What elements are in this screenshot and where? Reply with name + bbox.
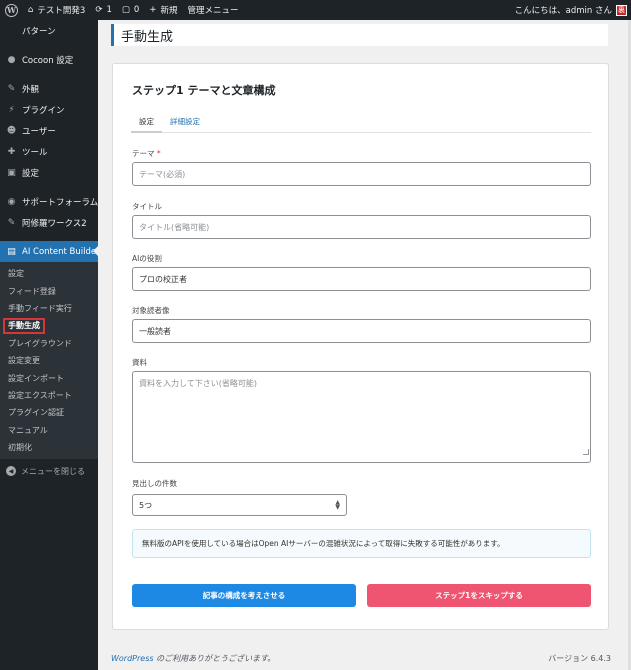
updates-menu[interactable]: ⟳ 1: [90, 0, 117, 20]
headings-count-label: 見出しの件数: [132, 479, 177, 488]
collapse-menu-button[interactable]: ◀ メニューを閉じる: [0, 459, 98, 483]
settings-icon: ▣: [7, 167, 16, 178]
menu-item-ai-content-builder[interactable]: ▤ AI Content Builder: [0, 241, 100, 262]
admin-menu-label: 管理メニュー: [187, 6, 239, 16]
wordpress-icon: W: [5, 3, 18, 17]
menu-item-cocoon[interactable]: ● Cocoon 設定: [0, 49, 98, 70]
my-account-menu[interactable]: こんにちは、admin さん 裏: [515, 4, 631, 16]
menu-item-users[interactable]: ☻ ユーザー: [0, 120, 98, 141]
api-notice: 無料版のAPIを使用している場合はOpen AIサーバーの混雑状況によって取得に…: [132, 529, 591, 558]
material-textarea[interactable]: [132, 371, 591, 463]
card-title: ステップ1 テーマと文章構成: [132, 84, 276, 97]
menu-item-patterns[interactable]: パターン: [0, 20, 98, 41]
admin-menu-link[interactable]: 管理メニュー: [182, 0, 243, 20]
wp-logo-menu[interactable]: W: [0, 0, 23, 20]
menu-label: 設定: [22, 168, 40, 179]
plugins-icon: ⚡: [8, 104, 15, 115]
submenu-item-reset[interactable]: 初期化: [0, 439, 98, 456]
comments-menu[interactable]: ▢ 0: [117, 0, 144, 20]
menu-label: パターン: [22, 26, 56, 37]
theme-input[interactable]: テーマ(必須): [132, 162, 591, 186]
menu-item-asura-works[interactable]: ✎ 阿修羅ワークス2: [0, 212, 98, 233]
menu-label: 阿修羅ワークス2: [22, 218, 87, 229]
ai-role-input[interactable]: プロの校正者: [132, 267, 591, 291]
select-arrows-icon: ▲ ▼: [335, 499, 340, 511]
new-content-menu[interactable]: + 新規: [144, 0, 182, 20]
required-mark: *: [156, 149, 161, 158]
submenu-item-settings[interactable]: 設定: [0, 265, 98, 282]
theme-label: テーマ *: [132, 149, 161, 158]
submenu-item-settings-import[interactable]: 設定インポート: [0, 369, 98, 386]
submenu-item-feed-register[interactable]: フィード登録: [0, 282, 98, 299]
submenu-item-manual-generate[interactable]: 手動生成: [0, 317, 98, 334]
admin-sidebar: パターン ● Cocoon 設定 ✎ 外観 ⚡ プラグイン ☻ ユーザー ✚ ツ…: [0, 20, 104, 670]
footer-version: バージョン 6.4.3: [548, 654, 611, 663]
menu-item-settings[interactable]: ▣ 設定: [0, 162, 98, 183]
tools-icon: ✚: [7, 146, 16, 157]
submenu-item-settings-export[interactable]: 設定エクスポート: [0, 387, 98, 404]
admin-bar: W ⌂ テスト開発3 ⟳ 1 ▢ 0 + 新規 管理メニュー こんにちは、adm…: [0, 0, 631, 20]
audience-label: 対象読者像: [132, 306, 170, 315]
menu-label: プラグイン: [22, 105, 65, 116]
plus-icon: +: [149, 5, 157, 15]
new-label: 新規: [160, 6, 178, 16]
menu-label: Cocoon 設定: [22, 55, 74, 66]
avatar: 裏: [616, 4, 627, 16]
pattern-icon: [6, 25, 17, 36]
site-name-menu[interactable]: ⌂ テスト開発3: [23, 0, 90, 20]
skip-step1-button[interactable]: ステップ1をスキップする: [367, 584, 591, 607]
appearance-icon: ✎: [7, 83, 16, 94]
site-name: テスト開発3: [37, 6, 86, 16]
submenu-item-manual-feed-run[interactable]: 手動フィード実行: [0, 300, 98, 317]
updates-count: 1: [106, 5, 112, 15]
tab-bar: 設定 詳細設定: [131, 109, 591, 133]
menu-label: ツール: [22, 147, 48, 158]
step1-card: ステップ1 テーマと文章構成 設定 詳細設定 テーマ * テーマ(必須) タイト…: [112, 63, 609, 630]
generate-outline-button[interactable]: 記事の構成を考えさせる: [132, 584, 356, 607]
menu-label: ユーザー: [22, 126, 56, 137]
users-icon: ☻: [6, 125, 17, 136]
tab-settings[interactable]: 設定: [131, 109, 162, 133]
title-label: タイトル: [132, 202, 162, 211]
footer-thanks: WordPress のご利用ありがとうございます。: [111, 653, 275, 664]
menu-item-tools[interactable]: ✚ ツール: [0, 141, 98, 162]
thanks-text: のご利用ありがとうございます。: [153, 654, 276, 663]
menu-item-support-forum[interactable]: ◉ サポートフォーラム2: [0, 191, 104, 212]
comments-count: 0: [133, 5, 140, 15]
menu-label: AI Content Builder: [22, 246, 100, 257]
submenu-item-playground[interactable]: プレイグラウンド: [0, 335, 98, 352]
submenu: 設定 フィード登録 手動フィード実行 手動生成 プレイグラウンド 設定変更 設定…: [0, 262, 98, 460]
page-title: 手動生成: [111, 24, 608, 46]
menu-item-plugins[interactable]: ⚡ プラグイン: [0, 99, 98, 120]
submenu-item-plugin-auth[interactable]: プラグイン認証: [0, 404, 98, 421]
collapse-label: メニューを閉じる: [21, 466, 85, 476]
title-input[interactable]: タイトル(省略可能): [132, 215, 591, 239]
material-label: 資料: [132, 358, 147, 367]
works-icon: ✎: [7, 217, 16, 228]
menu-label: 外観: [22, 84, 40, 95]
cocoon-icon: ●: [7, 54, 16, 65]
headings-count-select[interactable]: 5つ ▲ ▼: [132, 494, 347, 516]
select-value: 5つ: [139, 500, 153, 510]
wordpress-link[interactable]: WordPress: [111, 654, 154, 663]
submenu-item-manual[interactable]: マニュアル: [0, 422, 98, 439]
comment-icon: ▢: [121, 5, 130, 15]
audience-input[interactable]: 一般読者: [132, 319, 591, 343]
menu-label: サポートフォーラム2: [22, 197, 104, 208]
ai-builder-icon: ▤: [7, 246, 16, 257]
textarea-resize-handle[interactable]: [583, 449, 589, 455]
greeting: こんにちは、admin さん: [514, 6, 612, 16]
support-icon: ◉: [7, 196, 16, 207]
home-icon: ⌂: [28, 5, 34, 15]
updates-icon: ⟳: [95, 5, 103, 15]
submenu-item-settings-change[interactable]: 設定変更: [0, 352, 98, 369]
ai-role-label: AIの役割: [132, 254, 162, 263]
collapse-icon: ◀: [6, 466, 16, 477]
tab-advanced-settings[interactable]: 詳細設定: [162, 109, 208, 133]
menu-item-appearance[interactable]: ✎ 外観: [0, 78, 98, 99]
